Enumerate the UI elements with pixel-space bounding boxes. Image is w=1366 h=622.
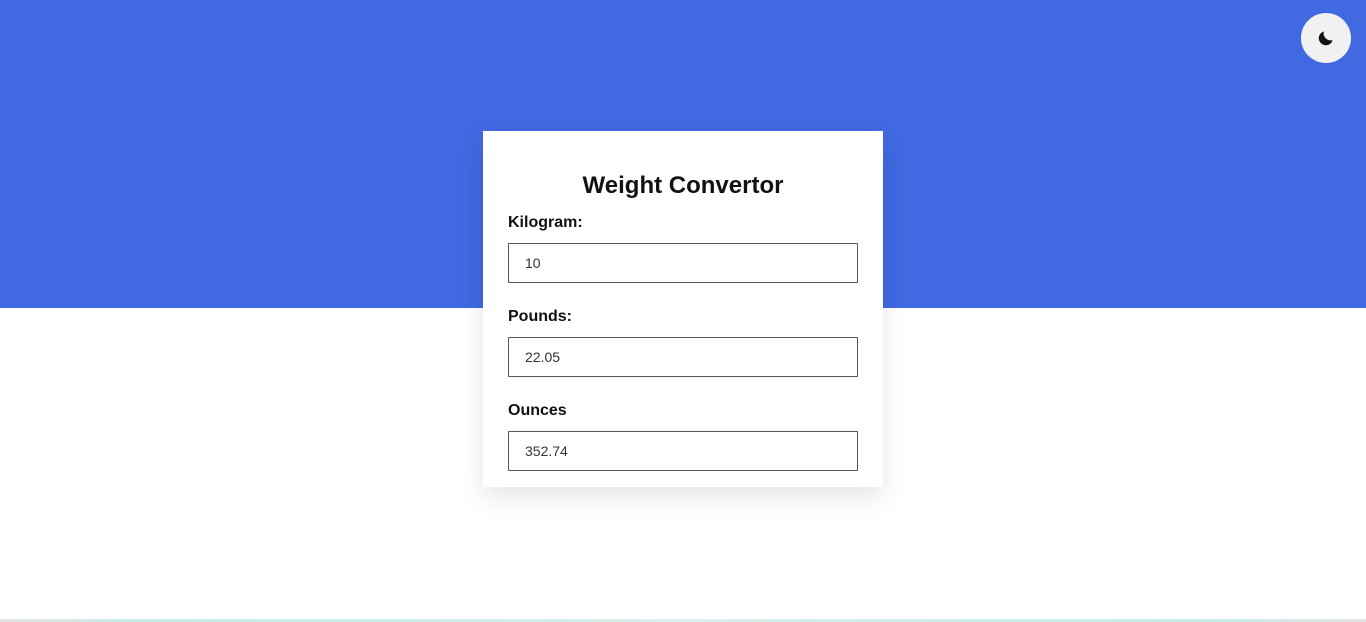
- kilogram-input[interactable]: [508, 243, 858, 283]
- converter-title: Weight Convertor: [582, 172, 784, 199]
- theme-toggle-button[interactable]: [1301, 13, 1351, 63]
- moon-icon: [1316, 28, 1336, 48]
- pounds-label: Pounds:: [508, 308, 572, 325]
- pounds-input[interactable]: [508, 337, 858, 377]
- ounces-label: Ounces: [508, 402, 567, 419]
- kilogram-label: Kilogram:: [508, 214, 583, 231]
- converter-card: Weight Convertor Kilogram: Pounds: Ounce…: [483, 131, 883, 487]
- ounces-input[interactable]: [508, 431, 858, 471]
